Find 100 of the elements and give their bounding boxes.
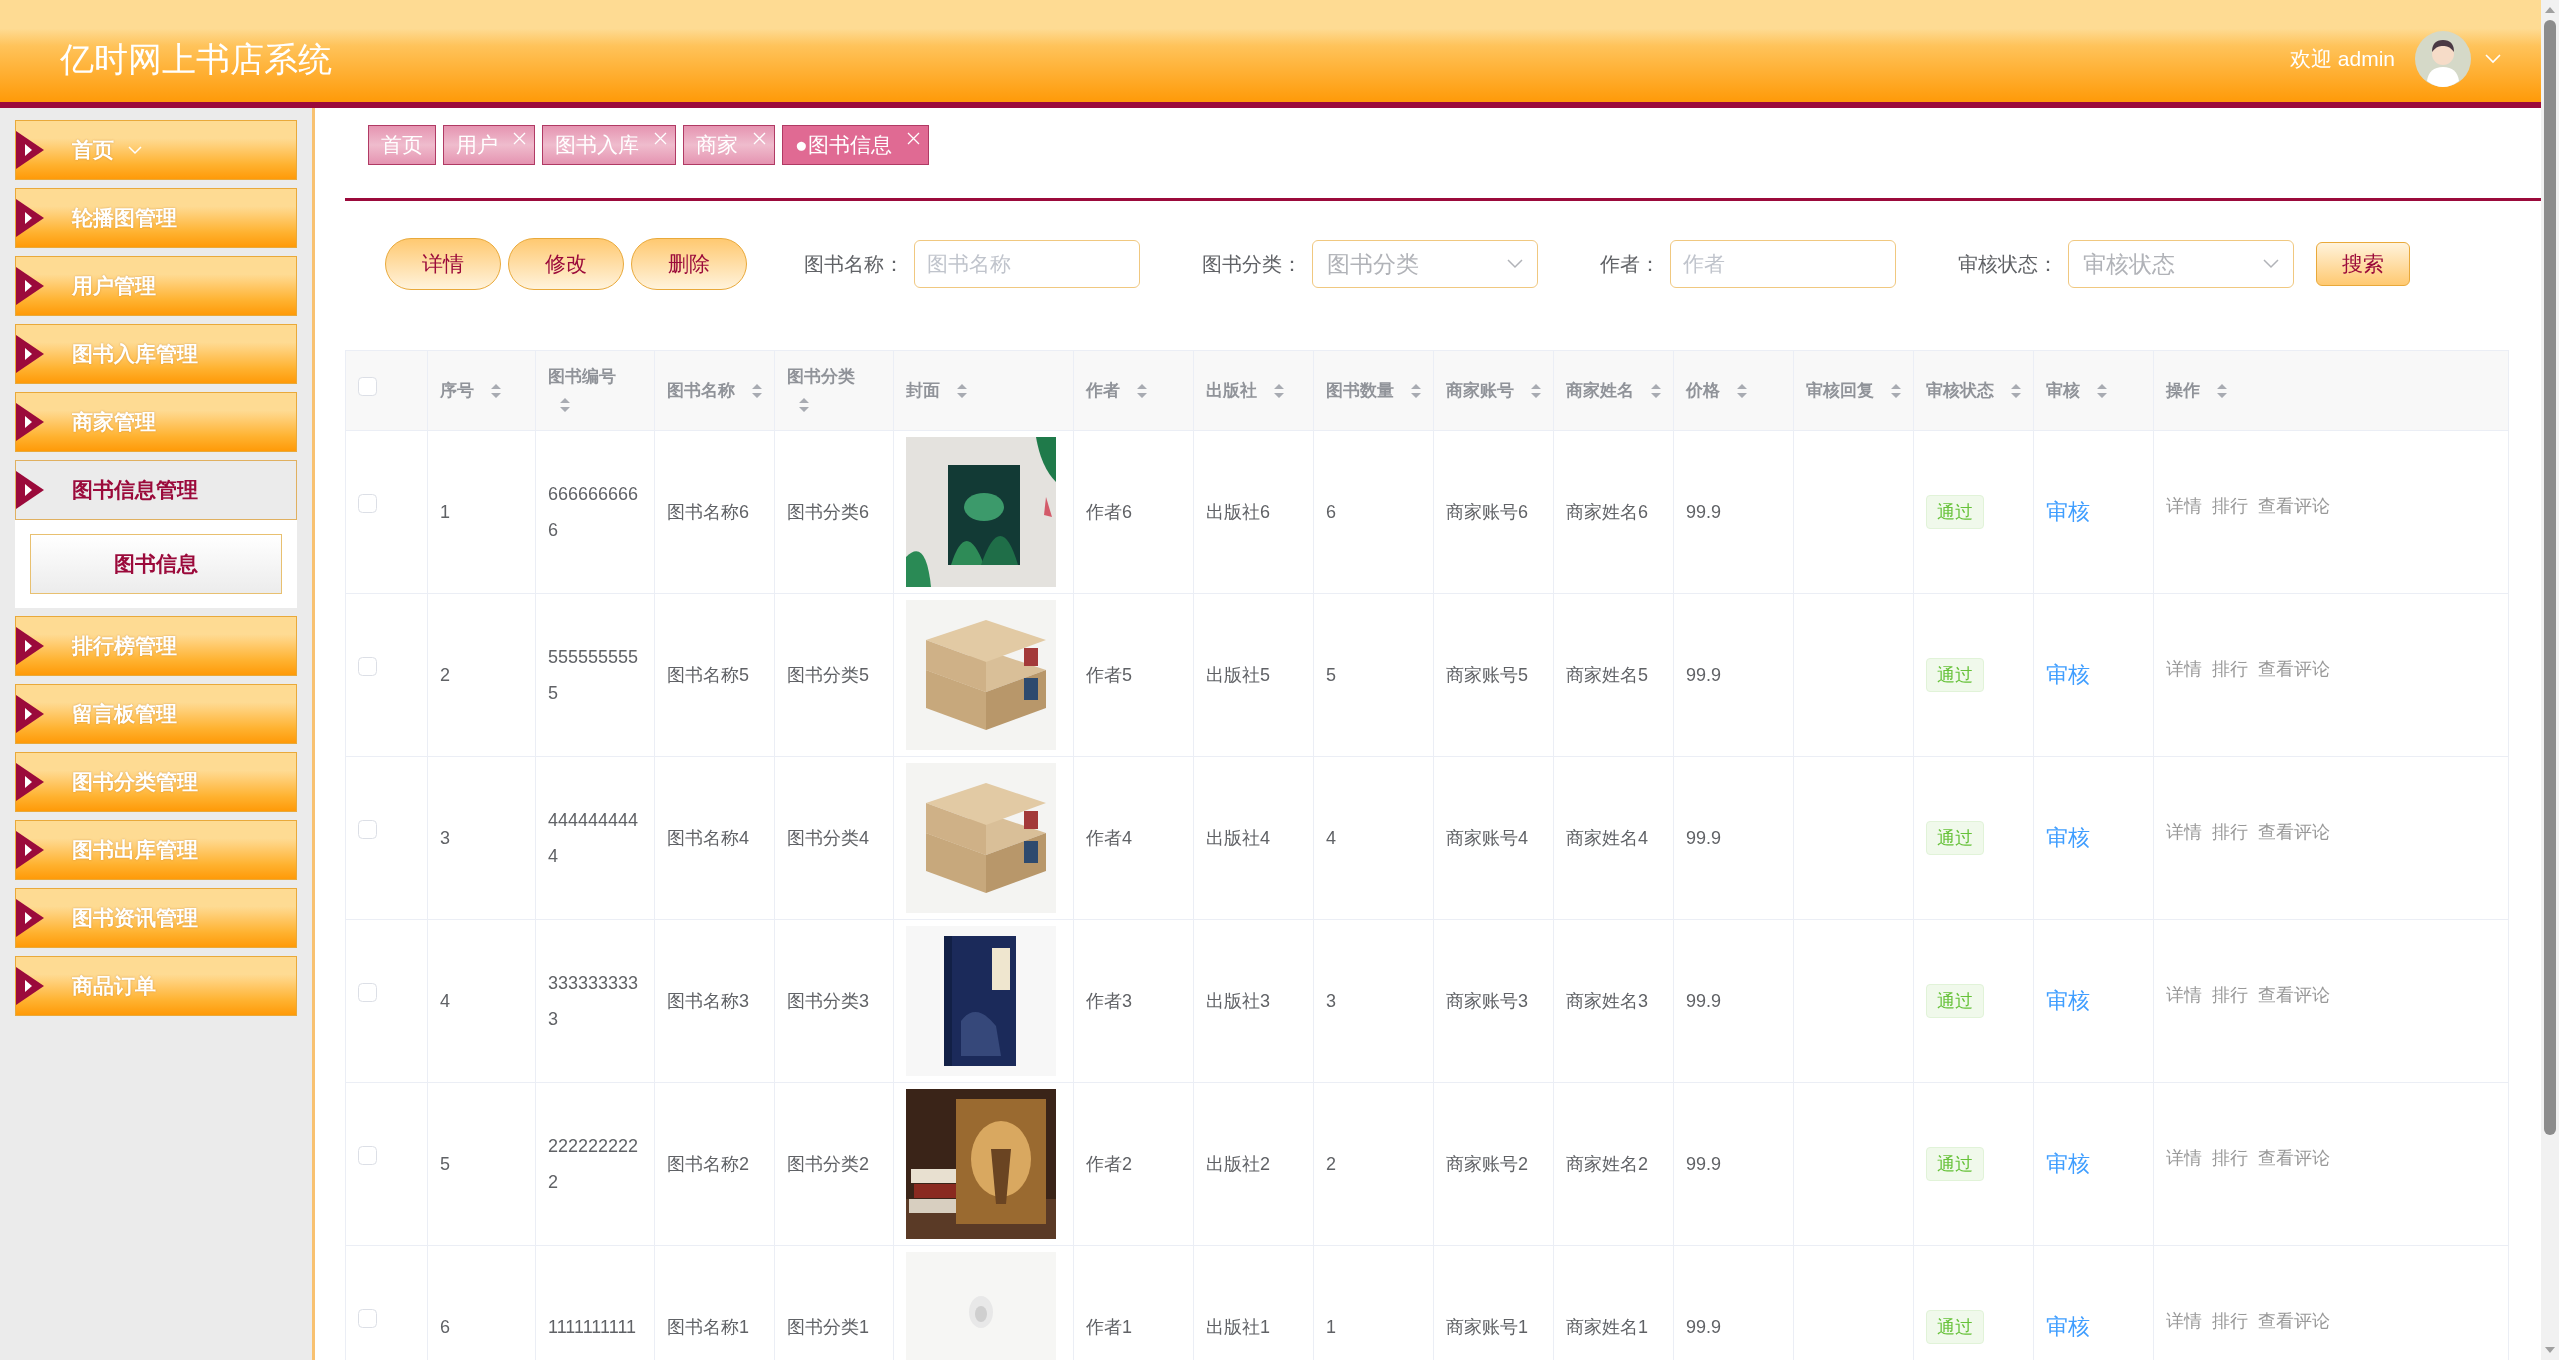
table-cell: 2 [1313,1082,1434,1246]
table-cell: 图书分类3 [774,919,894,1083]
scroll-down-icon[interactable] [2544,1346,2556,1354]
sidebar-item[interactable]: 排行榜管理 [15,616,297,676]
sidebar-item[interactable]: 留言板管理 [15,684,297,744]
operation-link[interactable]: 排行 [2212,651,2248,687]
column-header[interactable]: 作者 [1086,380,1120,400]
chevron-down-icon[interactable] [2485,54,2501,64]
review-link[interactable]: 审核 [2046,1145,2090,1182]
column-header[interactable]: 审核 [2046,380,2080,400]
sort-icon[interactable] [558,396,572,414]
column-header[interactable]: 商家账号 [1446,380,1514,400]
operation-link[interactable]: 排行 [2212,814,2248,850]
select-field[interactable]: 审核状态 [2068,240,2294,288]
operation-link[interactable]: 查看评论 [2258,977,2330,1013]
operation-link[interactable]: 详情 [2166,977,2202,1013]
column-header[interactable]: 价格 [1686,380,1720,400]
review-link[interactable]: 审核 [2046,493,2090,530]
sidebar-item[interactable]: 图书资讯管理 [15,888,297,948]
column-header[interactable]: 出版社 [1206,380,1257,400]
operation-link[interactable]: 详情 [2166,1303,2202,1339]
operation-link[interactable]: 查看评论 [2258,488,2330,524]
close-icon[interactable] [513,132,526,145]
column-header[interactable]: 审核回复 [1806,380,1874,400]
column-header[interactable]: 图书分类 [787,366,855,386]
operation-link[interactable]: 查看评论 [2258,1140,2330,1176]
app-title: 亿时网上书店系统 [60,38,332,80]
chevron-down-icon [1507,259,1523,269]
table-cell: 99.9 [1673,919,1794,1083]
scroll-up-icon[interactable] [2544,6,2556,14]
checkbox[interactable] [358,820,377,839]
tab[interactable]: 用户 [443,125,535,165]
status-tag: 通过 [1926,1310,1984,1344]
operation-link[interactable]: 查看评论 [2258,651,2330,687]
operation-link[interactable]: 查看评论 [2258,1303,2330,1339]
scrollbar[interactable] [2541,0,2559,1360]
sidebar-item[interactable]: 图书分类管理 [15,752,297,812]
tab[interactable]: 图书入库 [542,125,676,165]
review-link[interactable]: 审核 [2046,982,2090,1019]
action-button[interactable]: 详情 [385,238,501,290]
operation-link[interactable]: 详情 [2166,651,2202,687]
select-field[interactable]: 图书分类 [1312,240,1538,288]
checkbox[interactable] [358,376,377,396]
tab[interactable]: 首页 [368,125,436,165]
sidebar-item[interactable]: 用户管理 [15,256,297,316]
operation-link[interactable]: 排行 [2212,977,2248,1013]
review-link[interactable]: 审核 [2046,656,2090,693]
table-cell: 商家姓名4 [1553,756,1674,920]
close-icon[interactable] [654,132,667,145]
tab[interactable]: ●图书信息 [782,125,929,165]
column-header[interactable]: 图书编号 [548,366,616,386]
operation-link[interactable]: 详情 [2166,814,2202,850]
action-button[interactable]: 修改 [508,238,624,290]
table-cell: 作者6 [1073,430,1194,594]
submenu-item[interactable]: 图书信息 [30,534,282,594]
column-header[interactable]: 封面 [906,380,940,400]
table-cell: 5 [1313,593,1434,757]
filter-label: 审核状态： [1958,252,2058,277]
checkbox[interactable] [358,1309,377,1328]
input-field[interactable]: 图书名称 [914,240,1140,288]
action-button[interactable]: 删除 [631,238,747,290]
checkbox[interactable] [358,983,377,1002]
checkbox[interactable] [358,1146,377,1165]
operation-link[interactable]: 排行 [2212,488,2248,524]
column-header[interactable]: 审核状态 [1926,380,1994,400]
operation-link[interactable]: 查看评论 [2258,814,2330,850]
sidebar-item[interactable]: 商家管理 [15,392,297,452]
table-cell: 商家账号4 [1433,756,1554,920]
column-header[interactable]: 图书数量 [1326,380,1394,400]
review-link[interactable]: 审核 [2046,1308,2090,1345]
close-icon[interactable] [753,132,766,145]
column-header[interactable]: 商家姓名 [1566,380,1634,400]
sidebar-item[interactable]: 图书信息管理 [15,460,297,520]
checkbox[interactable] [358,657,377,676]
triangle-icon [16,403,44,441]
table-cell: 作者5 [1073,593,1194,757]
close-icon[interactable] [906,132,920,145]
sidebar-item[interactable]: 图书出库管理 [15,820,297,880]
search-button[interactable]: 搜索 [2316,242,2410,286]
input-field[interactable]: 作者 [1670,240,1896,288]
operation-link[interactable]: 详情 [2166,488,2202,524]
table-cell: 出版社5 [1193,593,1314,757]
table-cell: 5 [427,1082,536,1246]
review-link[interactable]: 审核 [2046,819,2090,856]
checkbox[interactable] [358,494,377,513]
operation-link[interactable]: 排行 [2212,1140,2248,1176]
column-header[interactable]: 操作 [2166,380,2200,400]
sort-icon[interactable] [797,396,811,414]
table-cell: 图书名称2 [654,1082,775,1246]
table-cell: 出版社2 [1193,1082,1314,1246]
operation-link[interactable]: 详情 [2166,1140,2202,1176]
sidebar-item[interactable]: 首页 [15,120,297,180]
sidebar-item[interactable]: 图书入库管理 [15,324,297,384]
column-header[interactable]: 图书名称 [667,380,735,400]
sidebar-item[interactable]: 商品订单 [15,956,297,1016]
column-header[interactable]: 序号 [440,380,474,400]
operation-link[interactable]: 排行 [2212,1303,2248,1339]
tab[interactable]: 商家 [683,125,775,165]
avatar[interactable] [2415,31,2471,87]
sidebar-item[interactable]: 轮播图管理 [15,188,297,248]
